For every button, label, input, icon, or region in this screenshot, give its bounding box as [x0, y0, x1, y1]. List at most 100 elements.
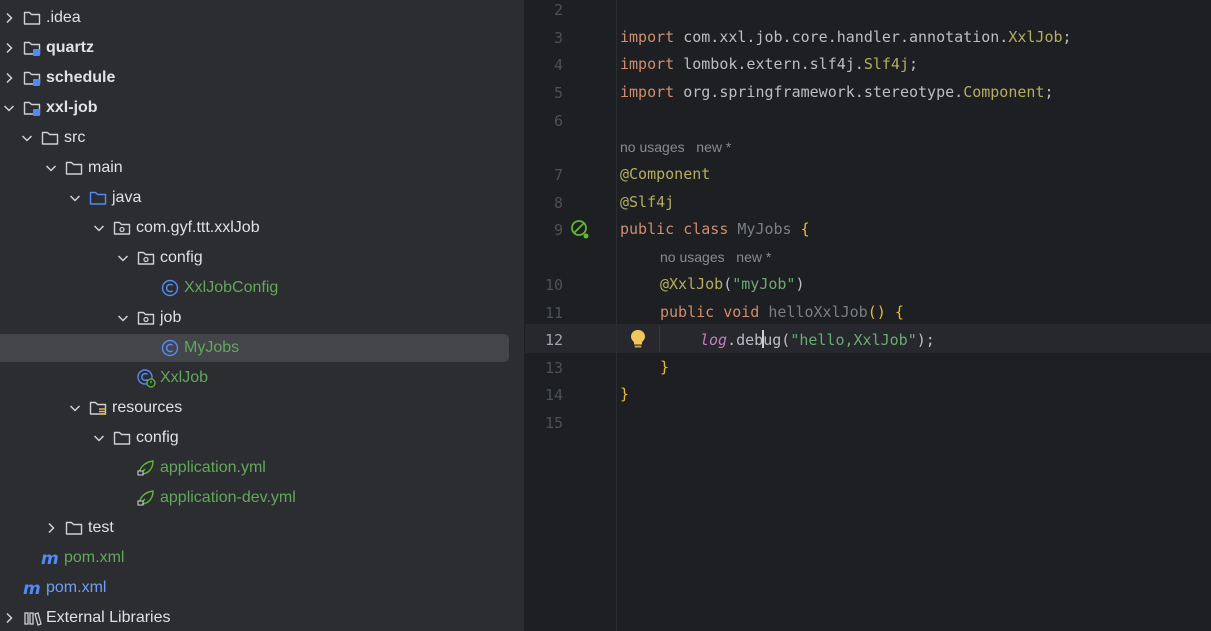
tree-item[interactable]: src — [0, 123, 524, 153]
code-line-4[interactable]: import lombok.extern.slf4j.Slf4j; — [620, 55, 918, 73]
code-line-14[interactable]: } — [620, 385, 629, 403]
tree-item-label: main — [88, 159, 123, 176]
chevron-down-icon[interactable] — [66, 399, 84, 417]
line-number: 6 — [553, 112, 563, 130]
tree-item[interactable]: java — [0, 183, 524, 213]
tree-item-label: MyJobs — [184, 339, 240, 356]
chevron-down-icon[interactable] — [18, 129, 36, 147]
tree-item-label: com.gyf.ttt.xxlJob — [136, 219, 260, 236]
module-folder-icon — [22, 68, 42, 88]
project-tree-panel[interactable]: .idea quartz schedule xxl-job src main java com… — [0, 0, 525, 631]
tree-item-label: xxl-job — [46, 99, 98, 116]
svg-text:m: m — [41, 549, 59, 568]
tree-item-label: XxlJob — [160, 369, 209, 386]
line-number: 15 — [544, 414, 563, 432]
line-number: 5 — [553, 84, 563, 102]
tree-item[interactable]: job — [0, 303, 524, 333]
chevron-right-icon[interactable] — [0, 609, 18, 627]
tree-item-label: application-dev.yml — [160, 489, 296, 506]
tree-item[interactable]: m pom.xml — [0, 573, 524, 603]
module-folder-icon — [22, 98, 42, 118]
code-line-5[interactable]: import org.springframework.stereotype.Co… — [620, 83, 1054, 101]
tree-item-label: quartz — [46, 39, 94, 56]
chevron-down-icon[interactable] — [114, 249, 132, 267]
line-number: 3 — [553, 29, 563, 47]
chevron-right-icon[interactable] — [0, 9, 18, 27]
code-line-13[interactable]: } — [660, 358, 669, 376]
tree-item[interactable]: resources — [0, 393, 524, 423]
tree-item[interactable]: MyJobs — [0, 333, 524, 363]
tree-item-label: pom.xml — [46, 579, 107, 596]
package-icon — [136, 248, 156, 268]
code-line-11[interactable]: public void helloXxlJob() { — [660, 303, 904, 321]
tree-item[interactable]: XxlJobConfig — [0, 273, 524, 303]
chevron-down-icon[interactable] — [90, 219, 108, 237]
tree-item-label: config — [136, 429, 179, 446]
code-line-7[interactable]: @Component — [620, 165, 710, 183]
tree-item[interactable]: m pom.xml — [0, 543, 524, 573]
package-icon — [136, 308, 156, 328]
tree-item[interactable]: quartz — [0, 33, 524, 63]
module-folder-icon — [22, 38, 42, 58]
tree-item[interactable]: application.yml — [0, 453, 524, 483]
chevron-down-icon[interactable] — [0, 99, 18, 117]
tree-item[interactable]: application-dev.yml — [0, 483, 524, 513]
tree-item-label: config — [160, 249, 203, 266]
spring-bean-gutter-icon[interactable] — [569, 218, 591, 240]
tree-item[interactable]: XxlJob — [0, 363, 524, 393]
tree-item[interactable]: test — [0, 513, 524, 543]
chevron-down-icon[interactable] — [114, 309, 132, 327]
chevron-right-icon[interactable] — [0, 69, 18, 87]
code-editor[interactable]: 2 3 4 5 6 7 8 9 10 11 12 13 14 15 import com.xxl.job.… — [525, 0, 1211, 631]
line-number: 2 — [553, 1, 563, 19]
code-line-3[interactable]: import com.xxl.job.core.handler.annotati… — [620, 28, 1072, 46]
tree-item[interactable]: main — [0, 153, 524, 183]
indent-guide — [659, 326, 660, 352]
line-number: 4 — [553, 56, 563, 74]
tree-item[interactable]: schedule — [0, 63, 524, 93]
inlay-hint-usages[interactable]: no usages new * — [620, 139, 731, 155]
tree-item[interactable]: com.gyf.ttt.xxlJob — [0, 213, 524, 243]
tree-item-label: test — [88, 519, 114, 536]
libraries-icon — [22, 608, 42, 628]
tree-item[interactable]: config — [0, 423, 524, 453]
tree-item-label: java — [112, 189, 142, 206]
class-icon — [160, 338, 180, 358]
spring-boot-class-icon — [136, 368, 156, 388]
lightbulb-icon[interactable] — [629, 328, 647, 350]
chevron-down-icon[interactable] — [42, 159, 60, 177]
chevron-down-icon[interactable] — [90, 429, 108, 447]
tree-item[interactable]: xxl-job — [0, 93, 524, 123]
tree-item-label: pom.xml — [64, 549, 125, 566]
folder-icon — [64, 158, 84, 178]
chevron-down-icon[interactable] — [66, 189, 84, 207]
gutter-separator — [616, 0, 617, 631]
line-number: 10 — [544, 276, 563, 294]
code-line-12[interactable]: log.debug("hello,XxlJob"); — [700, 330, 935, 349]
tree-item-label: schedule — [46, 69, 116, 86]
class-icon — [160, 278, 180, 298]
maven-icon: m — [40, 548, 60, 568]
code-line-8[interactable]: @Slf4j — [620, 193, 674, 211]
chevron-right-icon[interactable] — [42, 519, 60, 537]
tree-item-label: .idea — [46, 9, 81, 26]
code-line-10[interactable]: @XxlJob("myJob") — [660, 275, 805, 293]
line-number: 14 — [544, 386, 563, 404]
tree-item-label: job — [160, 309, 182, 326]
tree-item[interactable]: .idea — [0, 3, 524, 33]
tree-item-label: application.yml — [160, 459, 266, 476]
source-folder-icon — [88, 188, 108, 208]
tree-item[interactable]: External Libraries — [0, 603, 524, 631]
code-line-9[interactable]: public class MyJobs { — [620, 220, 810, 238]
line-number: 9 — [553, 221, 563, 239]
tree-item[interactable]: config — [0, 243, 524, 273]
inlay-hint-usages[interactable]: no usages new * — [660, 249, 771, 265]
spring-yaml-icon — [136, 488, 156, 508]
chevron-right-icon[interactable] — [0, 39, 18, 57]
